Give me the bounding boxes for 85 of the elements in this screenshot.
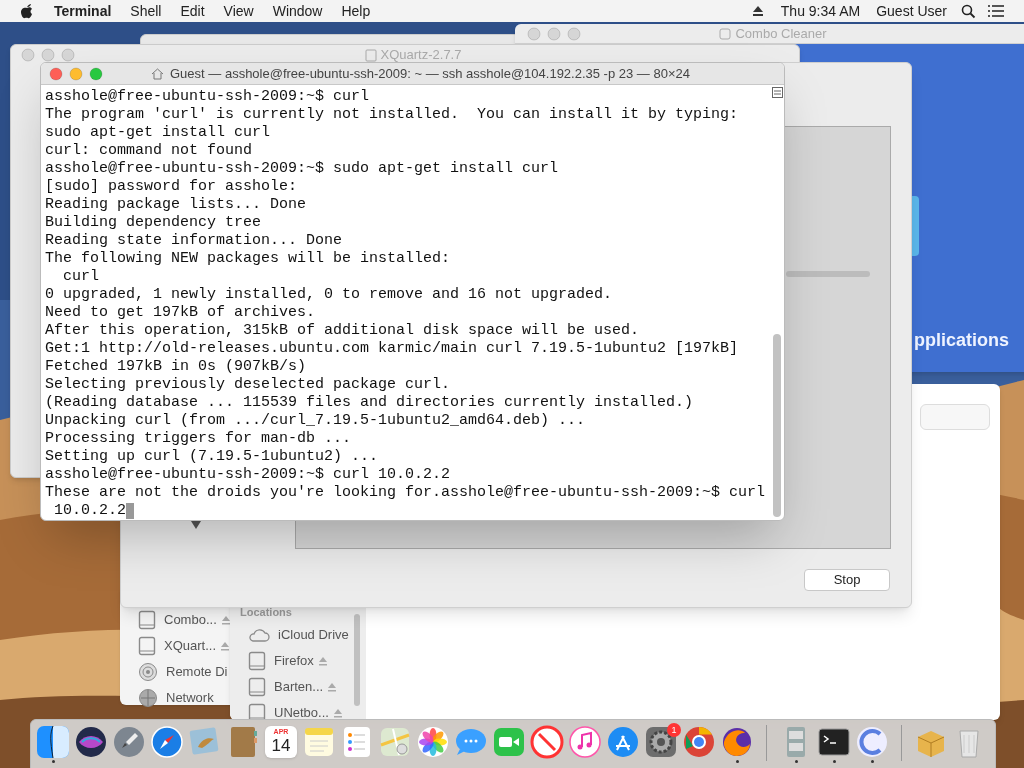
terminal-icon[interactable] bbox=[817, 725, 851, 759]
terminal-line: (Reading database ... 115539 files and directories currently installed.) bbox=[45, 394, 694, 412]
sidebar-item[interactable]: Network bbox=[166, 688, 214, 708]
sidebar-item[interactable]: XQuart... bbox=[164, 636, 217, 656]
cloud-icon bbox=[248, 626, 270, 643]
menu-item[interactable]: Shell bbox=[130, 0, 162, 22]
face-icon[interactable] bbox=[36, 725, 70, 759]
sidebar-item[interactable]: Firefox bbox=[274, 650, 314, 671]
drive-icon bbox=[248, 676, 266, 697]
compass-icon[interactable] bbox=[150, 725, 184, 759]
menu-item[interactable]: Window bbox=[272, 0, 323, 22]
disk-image-icon bbox=[364, 48, 377, 62]
terminal-line: Reading state information... Done bbox=[45, 232, 343, 250]
sidebar-item[interactable]: Barten... bbox=[274, 676, 324, 697]
window-title: Combo Cleaner bbox=[735, 24, 827, 43]
video-camera-icon[interactable] bbox=[492, 725, 526, 759]
ring-icon[interactable] bbox=[682, 725, 716, 759]
list-icon[interactable] bbox=[988, 5, 1004, 17]
terminal-line: After this operation, 315kB of additional disk space will be used. bbox=[45, 322, 640, 340]
drive-icon bbox=[138, 610, 156, 630]
terminal-line: curl bbox=[62, 268, 99, 286]
window-title: XQuartz-2.7.7 bbox=[380, 46, 462, 65]
terminal-line: Setting up curl (7.19.5-1ubuntu2) ... bbox=[45, 448, 379, 466]
terminal-line: Unpacking curl (from .../curl_7.19.5-1ubuntu2_amd64.deb) ... bbox=[45, 412, 586, 430]
music-note-icon[interactable] bbox=[568, 725, 602, 759]
sidebar-item[interactable]: Combo... bbox=[164, 610, 217, 630]
split-pane-icon[interactable] bbox=[771, 87, 783, 98]
terminal-line: Processing triggers for man-db ... bbox=[45, 430, 352, 448]
orb-icon[interactable] bbox=[74, 725, 108, 759]
app-store-icon[interactable] bbox=[606, 725, 640, 759]
sidebar-item[interactable]: UNetbo... bbox=[274, 702, 329, 720]
terminal-line: curl: command not found bbox=[45, 142, 253, 160]
terminal-line: 10.0.2.2 bbox=[53, 502, 126, 520]
search-field[interactable] bbox=[920, 404, 990, 430]
terminal-line: Selecting previously deselected package curl. bbox=[45, 376, 451, 394]
calendar-day: 14 bbox=[271, 736, 291, 755]
app-menu[interactable]: Terminal bbox=[54, 0, 112, 22]
menu-item[interactable]: Help bbox=[341, 0, 371, 22]
stop-button[interactable]: Stop bbox=[804, 569, 890, 591]
scrollbar-thumb[interactable] bbox=[354, 614, 360, 706]
terminal-line: sudo apt-get install curl bbox=[45, 124, 271, 142]
terminal-line: Get:1 http://old-releases.ubuntu.com karmic/main curl 7.19.5-1ubuntu2 [197kB] bbox=[45, 340, 739, 358]
clock[interactable]: Thu 9:34 AM bbox=[780, 0, 861, 22]
scrollbar-thumb[interactable] bbox=[773, 334, 781, 517]
home-icon bbox=[151, 67, 164, 80]
window-controls-icon[interactable] bbox=[527, 26, 583, 41]
terminal-line: Reading package lists... Done bbox=[45, 196, 307, 214]
terminal-line: Building dependency tree bbox=[45, 214, 262, 232]
drive-icon bbox=[248, 702, 266, 720]
sidebar-heading: Locations bbox=[240, 605, 293, 620]
apple-icon[interactable] bbox=[20, 3, 34, 19]
fox-globe-icon[interactable] bbox=[720, 725, 754, 759]
app-icon bbox=[719, 27, 732, 40]
eject-icon[interactable] bbox=[751, 5, 764, 17]
terminal-line: These are not the droids you're looking for.asshole@free-ubuntu-ssh-2009:~$ curl bbox=[45, 484, 766, 502]
terminal-line: Need to get 197kB of archives. bbox=[45, 304, 316, 322]
user-menu[interactable]: Guest User bbox=[876, 0, 947, 22]
terminal-line: The program 'curl' is currently not installed. You can install it by typing: bbox=[45, 106, 739, 124]
menu-item[interactable]: Edit bbox=[180, 0, 205, 22]
terminal-line: Fetched 197kB in 0s (907kB/s) bbox=[45, 358, 307, 376]
terminal-line: asshole@free-ubuntu-ssh-2009:~$ curl 10.0.2.2 bbox=[45, 466, 451, 484]
sidebar-item[interactable]: Remote Di bbox=[166, 662, 228, 682]
drive-icon bbox=[138, 636, 156, 656]
terminal-line: The following NEW packages will be installed: bbox=[45, 250, 451, 268]
notification-badge: 1 bbox=[667, 723, 681, 737]
banner-heading: pplications bbox=[914, 329, 1009, 352]
globe-icon bbox=[138, 688, 158, 708]
window-controls-icon[interactable] bbox=[49, 66, 105, 81]
sidebar-item[interactable]: iCloud Drive bbox=[278, 624, 349, 645]
search-icon[interactable] bbox=[961, 3, 976, 19]
no-sign-icon[interactable] bbox=[530, 725, 564, 759]
menu-item[interactable]: View bbox=[223, 0, 254, 22]
gear-icon[interactable] bbox=[644, 725, 678, 759]
drive-icon bbox=[248, 650, 266, 671]
terminal-line: 0 upgraded, 1 newly installed, 0 to remove and 16 not upgraded. bbox=[45, 286, 613, 304]
terminal-line: [sudo] password for asshole: bbox=[45, 178, 298, 196]
terminal-line: asshole@free-ubuntu-ssh-2009:~$ curl bbox=[45, 88, 370, 106]
window-controls-icon[interactable] bbox=[21, 48, 77, 62]
terminal-line: asshole@free-ubuntu-ssh-2009:~$ sudo apt-get install curl bbox=[45, 160, 559, 178]
notepad-icon[interactable] bbox=[302, 725, 336, 759]
window-title: Guest — asshole@free-ubuntu-ssh-2009: ~ — ssh asshole@104.192.2.35 -p 23 — 80×24 bbox=[170, 64, 690, 83]
map-icon[interactable] bbox=[378, 725, 412, 759]
text-cursor bbox=[126, 503, 134, 519]
flower-icon[interactable] bbox=[416, 725, 450, 759]
disc-icon bbox=[138, 662, 158, 682]
